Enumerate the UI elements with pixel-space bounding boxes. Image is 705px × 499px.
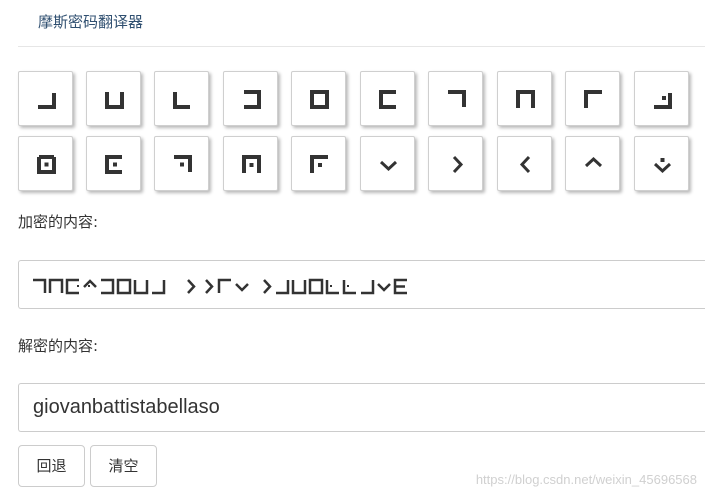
- key-pigpen-n[interactable]: [223, 136, 278, 191]
- app-title: 摩斯密码翻译器: [38, 13, 144, 31]
- decrypted-field[interactable]: giovanbattistabellaso: [18, 383, 705, 432]
- cipher-keypad: [18, 71, 705, 192]
- key-pigpen-h[interactable]: [497, 71, 552, 126]
- key-pigpen-g[interactable]: [428, 71, 483, 126]
- key-pigpen-k[interactable]: [18, 136, 73, 191]
- key-pigpen-s[interactable]: [360, 136, 415, 191]
- decrypted-value: giovanbattistabellaso: [33, 396, 220, 418]
- pigpen-a-icon: [38, 93, 56, 109]
- key-pigpen-j[interactable]: [634, 71, 689, 126]
- key-pigpen-b[interactable]: [86, 71, 141, 126]
- key-pigpen-w[interactable]: [634, 136, 689, 191]
- pigpen-o-icon: [310, 155, 328, 173]
- pigpen-t-icon: [452, 155, 464, 174]
- pigpen-g-icon: [448, 90, 466, 107]
- pigpen-m-icon: [174, 155, 192, 172]
- pigpen-l-icon: [105, 155, 122, 174]
- pigpen-s-icon: [379, 160, 398, 172]
- pigpen-k-icon: [37, 155, 56, 174]
- key-pigpen-a[interactable]: [18, 71, 73, 126]
- key-pigpen-e[interactable]: [291, 71, 346, 126]
- cipher-glyph-sequence: [33, 278, 407, 295]
- key-pigpen-f[interactable]: [360, 71, 415, 126]
- key-pigpen-o[interactable]: [291, 136, 346, 191]
- key-pigpen-l[interactable]: [86, 136, 141, 191]
- pigpen-c-icon: [173, 92, 190, 109]
- pigpen-h-icon: [516, 90, 535, 108]
- encrypted-label: 加密的内容:: [18, 213, 99, 231]
- pigpen-w-icon: [653, 158, 672, 174]
- pigpen-j-icon: [654, 93, 672, 109]
- title-divider: [18, 46, 705, 47]
- pigpen-n-icon: [242, 155, 261, 173]
- key-pigpen-t[interactable]: [428, 136, 483, 191]
- decrypted-label: 解密的内容:: [18, 337, 99, 355]
- pigpen-f-icon: [379, 90, 396, 109]
- back-button[interactable]: 回退: [18, 445, 85, 487]
- pigpen-v-icon: [584, 156, 603, 168]
- watermark: https://blog.csdn.net/weixin_45696568: [475, 472, 697, 487]
- pigpen-i-icon: [584, 90, 602, 108]
- key-pigpen-m[interactable]: [154, 136, 209, 191]
- pigpen-b-icon: [105, 92, 124, 109]
- key-pigpen-i[interactable]: [565, 71, 620, 126]
- pigpen-e-icon: [310, 90, 329, 109]
- key-pigpen-v[interactable]: [565, 136, 620, 191]
- key-pigpen-u[interactable]: [497, 136, 552, 191]
- pigpen-u-icon: [519, 155, 531, 174]
- key-pigpen-c[interactable]: [154, 71, 209, 126]
- encrypted-field[interactable]: [18, 260, 705, 309]
- pigpen-d-icon: [244, 90, 261, 109]
- clear-button[interactable]: 清空: [90, 445, 157, 487]
- key-pigpen-d[interactable]: [223, 71, 278, 126]
